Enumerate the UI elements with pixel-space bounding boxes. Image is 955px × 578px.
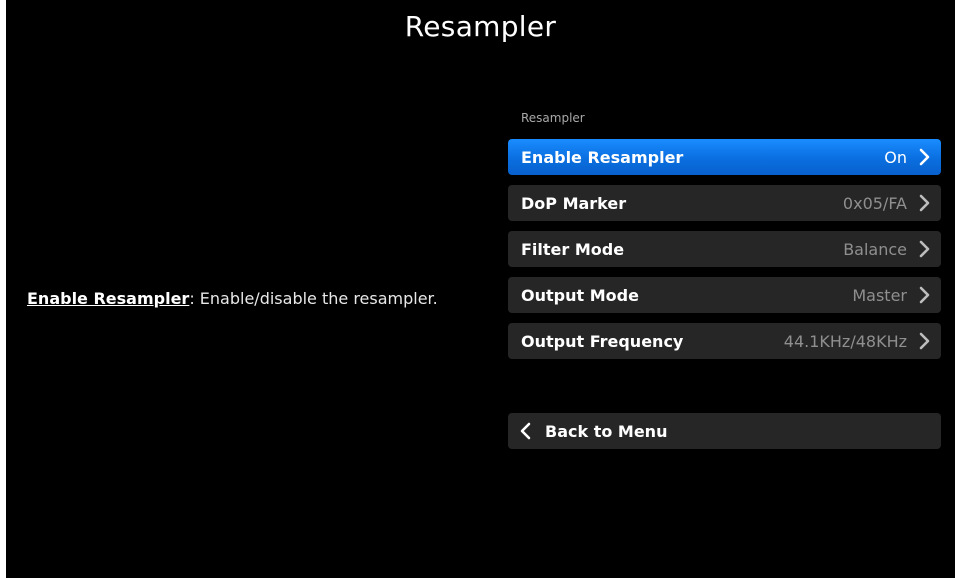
help-text: Enable Resampler: Enable/disable the res… bbox=[27, 289, 497, 308]
menu-item-label: Filter Mode bbox=[521, 239, 625, 259]
menu-item-value: 0x05/FA bbox=[842, 193, 907, 213]
menu-item-output-frequency[interactable]: Output Frequency 44.1KHz/48KHz bbox=[508, 323, 941, 359]
page-title: Resampler bbox=[404, 10, 557, 43]
settings-screen: Resampler Enable Resampler: Enable/disab… bbox=[6, 0, 955, 578]
chevron-right-icon bbox=[917, 332, 931, 350]
chevron-right-icon bbox=[917, 240, 931, 258]
help-term: Enable Resampler bbox=[27, 289, 190, 308]
settings-menu: Enable Resampler On DoP Marker 0x05/FA F… bbox=[508, 139, 941, 369]
chevron-right-icon bbox=[917, 148, 931, 166]
menu-item-dop-marker[interactable]: DoP Marker 0x05/FA bbox=[508, 185, 941, 221]
chevron-right-icon bbox=[917, 286, 931, 304]
menu-item-value: 44.1KHz/48KHz bbox=[783, 331, 907, 351]
menu-item-value: Balance bbox=[843, 239, 907, 259]
menu-item-value: On bbox=[884, 147, 907, 167]
menu-item-output-mode[interactable]: Output Mode Master bbox=[508, 277, 941, 313]
chevron-right-icon bbox=[917, 194, 931, 212]
section-label: Resampler bbox=[521, 111, 585, 125]
help-description: : Enable/disable the resampler. bbox=[189, 289, 438, 308]
menu-item-label: Enable Resampler bbox=[521, 147, 684, 167]
menu-item-value: Master bbox=[852, 285, 907, 305]
menu-item-enable-resampler[interactable]: Enable Resampler On bbox=[508, 139, 941, 175]
menu-item-label: DoP Marker bbox=[521, 193, 627, 213]
menu-item-filter-mode[interactable]: Filter Mode Balance bbox=[508, 231, 941, 267]
menu-item-label: Output Mode bbox=[521, 285, 639, 305]
back-to-menu-label: Back to Menu bbox=[545, 421, 668, 441]
back-to-menu-button[interactable]: Back to Menu bbox=[508, 413, 941, 449]
chevron-left-icon bbox=[519, 422, 535, 440]
menu-item-label: Output Frequency bbox=[521, 331, 684, 351]
